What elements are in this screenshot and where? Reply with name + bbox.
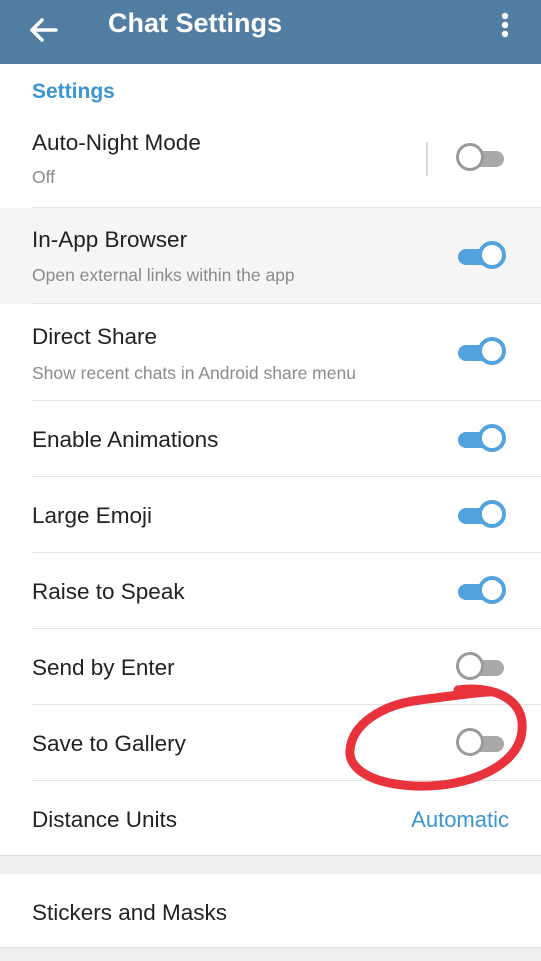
setting-label: Direct Share (32, 324, 158, 349)
setting-label: Raise to Speak (32, 579, 185, 604)
setting-row-stickers-and-masks[interactable]: Stickers and Masks (0, 874, 541, 947)
setting-label: Enable Animations (32, 427, 219, 452)
setting-row-raise-to-speak[interactable]: Raise to Speak (0, 553, 541, 629)
toggle-knob (478, 424, 506, 452)
setting-row-save-to-gallery[interactable]: Save to Gallery (0, 705, 541, 781)
arrow-left-icon[interactable] (24, 10, 64, 50)
setting-row-auto-night-mode[interactable]: Auto-Night Mode Off (0, 112, 541, 208)
toggle-knob (456, 652, 484, 680)
toggle-knob (478, 576, 506, 604)
section-header-settings: Settings (32, 80, 115, 103)
setting-row-in-app-browser[interactable]: In-App Browser Open external links withi… (0, 208, 541, 304)
large-emoji-toggle[interactable] (456, 499, 506, 533)
toggle-knob (478, 241, 506, 269)
toggle-knob (478, 500, 506, 528)
save-to-gallery-toggle[interactable] (456, 727, 506, 761)
setting-row-enable-animations[interactable]: Enable Animations (0, 401, 541, 477)
setting-label: In-App Browser (32, 227, 188, 252)
send-by-enter-toggle[interactable] (456, 651, 506, 685)
direct-share-toggle[interactable] (456, 336, 506, 370)
setting-subtitle: Show recent chats in Android share menu (32, 363, 356, 383)
setting-row-send-by-enter[interactable]: Send by Enter (0, 629, 541, 705)
distance-units-value[interactable]: Automatic (411, 807, 509, 833)
setting-label: Save to Gallery (32, 731, 186, 756)
toggle-knob (456, 143, 484, 171)
setting-row-direct-share[interactable]: Direct Share Show recent chats in Androi… (0, 304, 541, 401)
enable-animations-toggle[interactable] (456, 423, 506, 457)
page-title: Chat Settings (108, 8, 283, 38)
in-app-browser-toggle[interactable] (456, 240, 506, 274)
setting-subtitle: Off (32, 167, 56, 187)
setting-label: Distance Units (32, 807, 178, 832)
app-bar: Chat Settings (0, 0, 541, 64)
section-gap (0, 947, 541, 961)
vertical-separator (426, 142, 428, 176)
setting-label: Stickers and Masks (32, 900, 228, 925)
toggle-knob (456, 728, 484, 756)
setting-label: Send by Enter (32, 655, 175, 680)
toggle-knob (478, 337, 506, 365)
setting-label: Large Emoji (32, 503, 153, 528)
section-gap (0, 855, 541, 875)
setting-row-large-emoji[interactable]: Large Emoji (0, 477, 541, 553)
auto-night-mode-toggle[interactable] (456, 142, 506, 176)
more-vert-icon[interactable] (492, 8, 518, 48)
raise-to-speak-toggle[interactable] (456, 575, 506, 609)
setting-row-distance-units[interactable]: Distance Units Automatic (0, 781, 541, 855)
setting-label: Auto-Night Mode (32, 130, 201, 155)
setting-subtitle: Open external links within the app (32, 265, 295, 285)
